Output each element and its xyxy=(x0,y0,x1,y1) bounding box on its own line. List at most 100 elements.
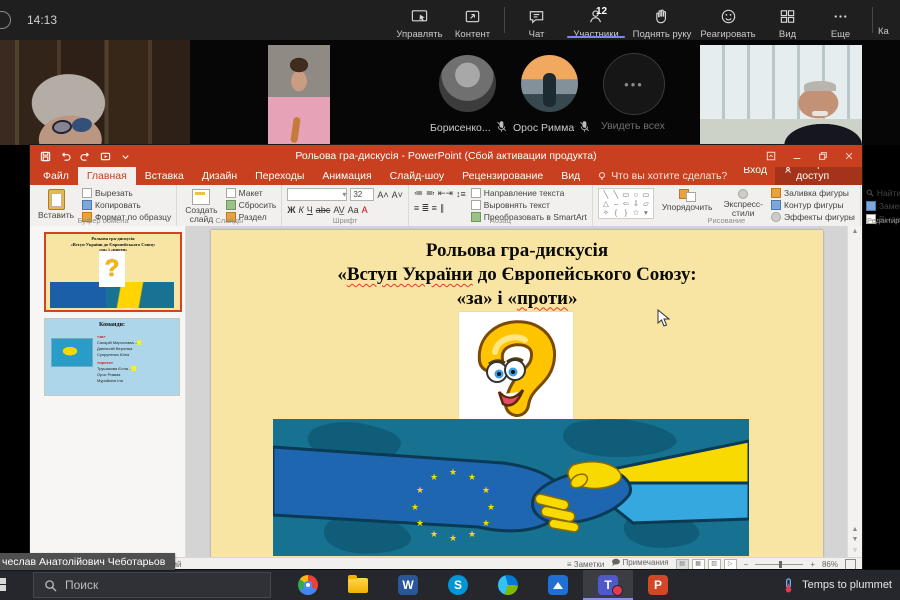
teams-app[interactable]: T xyxy=(583,570,633,600)
vertical-scrollbar[interactable]: ▲ ▲▼▿ xyxy=(847,226,862,558)
bullets-button[interactable]: ≔ xyxy=(414,188,423,199)
chrome-app[interactable] xyxy=(283,570,333,600)
align-text-button[interactable]: Выровнять текст xyxy=(471,200,587,210)
collapse-ribbon-button[interactable]: ⌃ xyxy=(849,215,856,224)
manage-button[interactable]: Управлять xyxy=(393,0,446,40)
tab-insert[interactable]: Вставка xyxy=(136,167,193,185)
photos-app[interactable] xyxy=(533,570,583,600)
slide-thumbnail-2[interactable]: 2 Команди: «за» Сахарій Мирослава – Дані… xyxy=(44,318,180,396)
tab-home[interactable]: Главная xyxy=(78,167,136,185)
taskbar-search[interactable]: Поиск xyxy=(33,572,271,598)
close-button[interactable] xyxy=(836,145,862,167)
explorer-app[interactable] xyxy=(333,570,383,600)
slide-sorter-button[interactable]: ▦ xyxy=(692,559,705,570)
underline-button[interactable]: Ч xyxy=(307,205,313,215)
scroll-nav-buttons[interactable]: ▲▼▿ xyxy=(848,525,862,557)
copy-button[interactable]: Копировать xyxy=(82,200,171,210)
shape-outline-button[interactable]: Контур фигуры xyxy=(771,200,855,210)
shapes-gallery[interactable]: ╲╲▭○▭ △⌣⇦⇩▱ ✧{}☆▾ xyxy=(598,188,654,219)
start-button[interactable] xyxy=(0,578,7,592)
text-direction-button[interactable]: Направление текста xyxy=(471,188,587,198)
video-tile-1[interactable] xyxy=(0,40,190,145)
participants-button[interactable]: 12 Участники xyxy=(563,0,629,40)
word-app[interactable]: W xyxy=(383,570,433,600)
weather-widget[interactable]: Temps to plummet xyxy=(782,578,892,593)
change-case-button[interactable]: Aa xyxy=(348,205,359,215)
normal-view-button[interactable]: ▤ xyxy=(676,559,689,570)
columns-button[interactable]: ∥ xyxy=(440,203,445,214)
layout-button[interactable]: Макет xyxy=(226,188,277,198)
more-button[interactable]: Еще xyxy=(814,0,867,40)
ppt-titlebar[interactable]: Рольова гра-дискусія - PowerPoint (Сбой … xyxy=(30,145,862,167)
zoom-knob[interactable] xyxy=(779,561,782,568)
tab-file[interactable]: Файл xyxy=(34,167,78,185)
save-icon[interactable] xyxy=(40,151,51,162)
drawing-group-label: Рисование xyxy=(593,216,860,225)
undo-icon[interactable] xyxy=(60,151,71,162)
avatar-oros-rymma[interactable] xyxy=(521,55,578,112)
tab-view[interactable]: Вид xyxy=(552,167,589,185)
camera-button-partial[interactable]: Ка xyxy=(878,0,900,37)
replace-button[interactable]: Заменить ▾ xyxy=(866,200,900,211)
raise-hand-button[interactable]: Поднять руку xyxy=(629,0,695,40)
character-spacing-button[interactable]: AV̲ xyxy=(333,205,344,215)
zoom-slider[interactable] xyxy=(755,564,803,565)
ribbon-display-button[interactable] xyxy=(758,145,784,167)
scroll-up-arrow[interactable]: ▲ xyxy=(848,228,862,235)
slide-title[interactable]: Рольова гра-дискусія «Вступ України до Є… xyxy=(211,239,823,310)
see-all-button[interactable]: ••• xyxy=(603,53,665,115)
tab-animations[interactable]: Анимация xyxy=(313,167,380,185)
tab-transitions[interactable]: Переходы xyxy=(246,167,313,185)
arrange-button[interactable]: Упорядочить xyxy=(659,188,716,213)
numbering-button[interactable]: ≕ xyxy=(426,188,435,199)
bold-button[interactable]: Ж xyxy=(287,205,295,215)
fit-to-window-button[interactable] xyxy=(845,559,856,570)
avatar-borysenko[interactable] xyxy=(439,55,496,112)
tab-slideshow[interactable]: Слайд-шоу xyxy=(381,167,453,185)
notes-button[interactable]: ≡ Заметки xyxy=(567,560,605,569)
edge-app[interactable] xyxy=(483,570,533,600)
qat-customize-icon[interactable] xyxy=(120,151,131,162)
zoom-percent[interactable]: 86% xyxy=(822,560,838,569)
redo-icon[interactable] xyxy=(80,151,91,162)
slide-editor[interactable]: Рольова гра-дискусія «Вступ України до Є… xyxy=(186,226,847,558)
slideshow-view-button[interactable]: ▷ xyxy=(724,559,737,570)
reading-view-button[interactable]: ▥ xyxy=(708,559,721,570)
slide-canvas[interactable]: Рольова гра-дискусія «Вступ України до Є… xyxy=(211,230,823,558)
react-button[interactable]: Реагировать xyxy=(695,0,761,40)
strikethrough-button[interactable]: abc xyxy=(316,205,331,215)
align-buttons[interactable]: ≡ ≣ ≡ xyxy=(414,203,437,214)
view-button[interactable]: Вид xyxy=(761,0,814,40)
font-color-button[interactable]: A xyxy=(362,205,368,215)
indent-buttons[interactable]: ⇤⇥ xyxy=(438,188,453,199)
tab-review[interactable]: Рецензирование xyxy=(453,167,552,185)
screen: 14:13 Управлять Контент Чат 12 Участники xyxy=(0,0,900,600)
handshake-image[interactable]: ★★★ ★★★ ★★★ ★★★ xyxy=(273,419,749,556)
reset-button[interactable]: Сбросить xyxy=(226,200,277,210)
shrink-font-button[interactable]: A˅ xyxy=(392,190,403,200)
find-button[interactable]: Найти xyxy=(866,188,900,198)
shape-fill-button[interactable]: Заливка фигуры xyxy=(771,188,855,198)
text-direction-icon xyxy=(471,188,481,198)
content-button[interactable]: Контент xyxy=(446,0,499,40)
cut-button[interactable]: Вырезать xyxy=(82,188,171,198)
slide-thumbnail-1[interactable]: 1 Рольова гра-дискусія «Вступ України до… xyxy=(44,232,182,312)
chat-button[interactable]: Чат xyxy=(510,0,563,40)
powerpoint-app[interactable]: P xyxy=(633,570,683,600)
skype-app[interactable]: S xyxy=(433,570,483,600)
minimize-button[interactable] xyxy=(784,145,810,167)
italic-button[interactable]: К xyxy=(298,205,303,215)
tell-me-box[interactable]: Что вы хотите сделать? xyxy=(589,167,735,185)
line-spacing-button[interactable]: ↕≡ xyxy=(456,189,466,199)
restore-button[interactable] xyxy=(810,145,836,167)
grow-font-button[interactable]: A˄ xyxy=(377,190,388,200)
video-tile-speaker[interactable] xyxy=(700,45,862,145)
zoom-out-button[interactable]: − xyxy=(744,560,749,569)
font-name-combobox[interactable]: ▾ xyxy=(287,188,347,201)
zoom-in-button[interactable]: + xyxy=(810,560,815,569)
start-slideshow-icon[interactable] xyxy=(100,151,111,162)
quick-styles-button[interactable]: Экспресс-стили xyxy=(720,188,766,220)
video-tile-2[interactable] xyxy=(268,45,330,145)
font-size-combobox[interactable]: 32 xyxy=(350,188,374,201)
tab-design[interactable]: Дизайн xyxy=(193,167,246,185)
